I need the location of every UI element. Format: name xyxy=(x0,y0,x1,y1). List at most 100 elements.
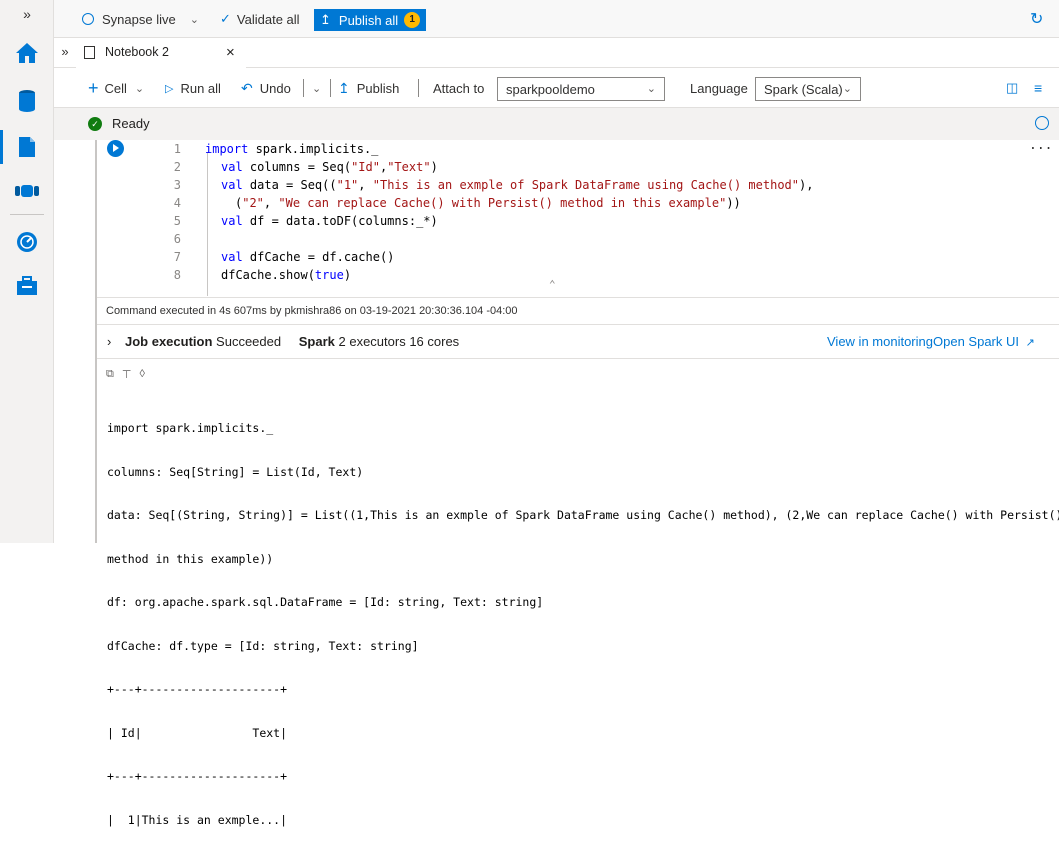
toolbar-divider xyxy=(418,79,419,97)
code-line: val df = data.toDF(columns:_*) xyxy=(221,214,438,228)
cell-label: Cell xyxy=(104,80,127,96)
variables-icon[interactable]: ◫ xyxy=(1006,68,1018,108)
undo-button[interactable]: ↶ Undo xyxy=(241,68,291,108)
external-link-icon: ↗ xyxy=(1025,337,1035,349)
chevron-down-icon: ⌄ xyxy=(134,82,145,95)
validate-all-button[interactable]: ✓ Validate all xyxy=(220,0,300,38)
checkmark-icon: ✓ xyxy=(220,11,231,26)
validate-all-label: Validate all xyxy=(236,11,300,27)
run-all-button[interactable]: ▷ Run all xyxy=(165,68,221,108)
clear-output-icon[interactable]: ◊ xyxy=(139,368,144,380)
output-line: +---+--------------------+ xyxy=(107,769,288,783)
code-line: val dfCache = df.cache() xyxy=(221,250,395,264)
undo-dropdown-chevron-icon[interactable]: ⌄ xyxy=(312,68,321,108)
spark-detail: 2 executors 16 cores xyxy=(338,334,460,349)
line-number: 4 xyxy=(173,196,181,210)
publish-label: Publish xyxy=(356,80,400,96)
toolbar-divider xyxy=(303,79,304,97)
filter-icon[interactable]: ⊤ xyxy=(122,368,132,381)
code-line: val data = Seq(("1", "This is an exmple … xyxy=(221,178,814,192)
output-actions: ⧉ ⊤ ◊ xyxy=(106,366,145,382)
toolbar-divider xyxy=(330,79,331,97)
add-cell-button[interactable]: + Cell ⌄ xyxy=(88,68,144,108)
indent-guide xyxy=(207,152,208,296)
notebook-icon xyxy=(84,45,95,59)
undo-icon: ↶ xyxy=(241,79,253,96)
home-icon[interactable] xyxy=(14,40,40,66)
upload-icon: ↥ xyxy=(338,79,350,96)
line-number: 6 xyxy=(173,232,181,246)
line-number: 2 xyxy=(173,160,181,174)
chevron-down-icon: ⌄ xyxy=(189,13,199,26)
spark-label: Spark xyxy=(298,334,335,349)
active-indicator xyxy=(0,130,3,164)
tab-title: Notebook 2 xyxy=(105,45,169,59)
undo-label: Undo xyxy=(259,80,291,96)
code-line: dfCache.show(true) xyxy=(221,268,352,282)
collapse-tree-button[interactable]: » xyxy=(54,38,76,68)
workspace-label: Synapse live xyxy=(102,11,176,27)
cell-output: import spark.implicits._ columns: Seq[St… xyxy=(107,392,1059,842)
job-execution-row: › Job execution Succeeded Spark 2 execut… xyxy=(97,325,1059,359)
attach-to-label: Attach to xyxy=(433,80,485,96)
code-line: import spark.implicits._ xyxy=(205,142,379,156)
line-number: 8 xyxy=(173,268,181,282)
run-all-label: Run all xyxy=(180,80,221,96)
properties-icon[interactable] xyxy=(1035,116,1049,130)
attach-to-select[interactable]: sparkpooldemo ⌄ xyxy=(497,77,665,101)
publish-all-button[interactable]: ↥ Publish all 1 xyxy=(314,9,427,31)
output-line: data: Seq[(String, String)] = List((1,Th… xyxy=(107,508,1059,522)
collapse-cell-icon[interactable]: ⌃ xyxy=(549,278,556,291)
left-rail: » xyxy=(0,0,54,543)
synapse-live-icon xyxy=(82,13,94,25)
output-line: columns: Seq[String] = List(Id, Text) xyxy=(107,464,364,479)
monitor-icon[interactable] xyxy=(14,229,40,255)
play-icon xyxy=(113,144,119,152)
language-label: Language xyxy=(690,80,748,96)
job-label: Job execution xyxy=(125,334,213,349)
publish-button[interactable]: ↥ Publish xyxy=(338,68,399,108)
pending-count-badge: 1 xyxy=(404,12,421,28)
chevron-down-icon: ⌄ xyxy=(646,83,656,95)
output-line: +---+--------------------+ xyxy=(107,682,288,696)
tab-notebook-2[interactable]: Notebook 2 × xyxy=(76,38,246,68)
line-number: 3 xyxy=(173,178,181,192)
code-line: ("2", "We can replace Cache() with Persi… xyxy=(235,196,741,210)
refresh-icon[interactable]: ↻ xyxy=(1030,0,1043,38)
tab-row: » Notebook 2 × xyxy=(54,38,1059,68)
output-line: method in this example)) xyxy=(107,551,274,566)
output-line: | 1|This is an exmple...| xyxy=(107,812,288,827)
expand-rail-button[interactable]: » xyxy=(0,0,54,30)
rail-divider xyxy=(10,214,44,215)
chevron-down-icon: ⌄ xyxy=(842,83,852,95)
language-value: Spark (Scala) xyxy=(764,81,843,97)
settings-sliders-icon[interactable]: ≡ xyxy=(1034,68,1042,108)
play-icon: ▷ xyxy=(165,82,174,95)
open-spark-ui-label: Open Spark UI xyxy=(933,334,1019,349)
integrate-icon[interactable] xyxy=(14,178,40,204)
line-number: 1 xyxy=(173,142,181,156)
code-cell-editor[interactable]: 1 2 3 4 5 6 7 8 import spark.implicits._… xyxy=(97,138,1059,297)
data-icon[interactable] xyxy=(14,88,40,114)
close-tab-icon[interactable]: × xyxy=(226,44,235,61)
workspace-selector[interactable]: Synapse live ⌄ xyxy=(82,0,199,38)
view-in-monitoring-link[interactable]: View in monitoring xyxy=(827,325,933,358)
ready-check-icon: ✓ xyxy=(88,117,102,131)
language-select[interactable]: Spark (Scala) ⌄ xyxy=(755,77,861,101)
manage-icon[interactable] xyxy=(14,273,40,299)
output-line: import spark.implicits._ xyxy=(107,421,274,435)
top-bar: Synapse live ⌄ ✓ Validate all ↥ Publish … xyxy=(54,0,1059,38)
output-line: df: org.apache.spark.sql.DataFrame = [Id… xyxy=(107,595,544,609)
copy-icon[interactable]: ⧉ xyxy=(106,368,114,381)
more-options-icon[interactable]: ... xyxy=(1029,138,1052,153)
execution-summary: Command executed in 4s 607ms by pkmishra… xyxy=(97,297,1059,325)
line-number: 7 xyxy=(173,250,181,264)
develop-icon[interactable] xyxy=(14,134,40,160)
expand-job-chevron-icon[interactable]: › xyxy=(107,325,111,358)
open-spark-ui-link[interactable]: Open Spark UI ↗ xyxy=(933,325,1035,360)
run-cell-button[interactable] xyxy=(107,140,124,157)
code-line: val columns = Seq("Id","Text") xyxy=(221,160,438,174)
output-line: | Id| Text| xyxy=(107,725,288,740)
job-status: Job execution Succeeded Spark 2 executor… xyxy=(125,325,459,358)
plus-icon: + xyxy=(88,77,99,98)
